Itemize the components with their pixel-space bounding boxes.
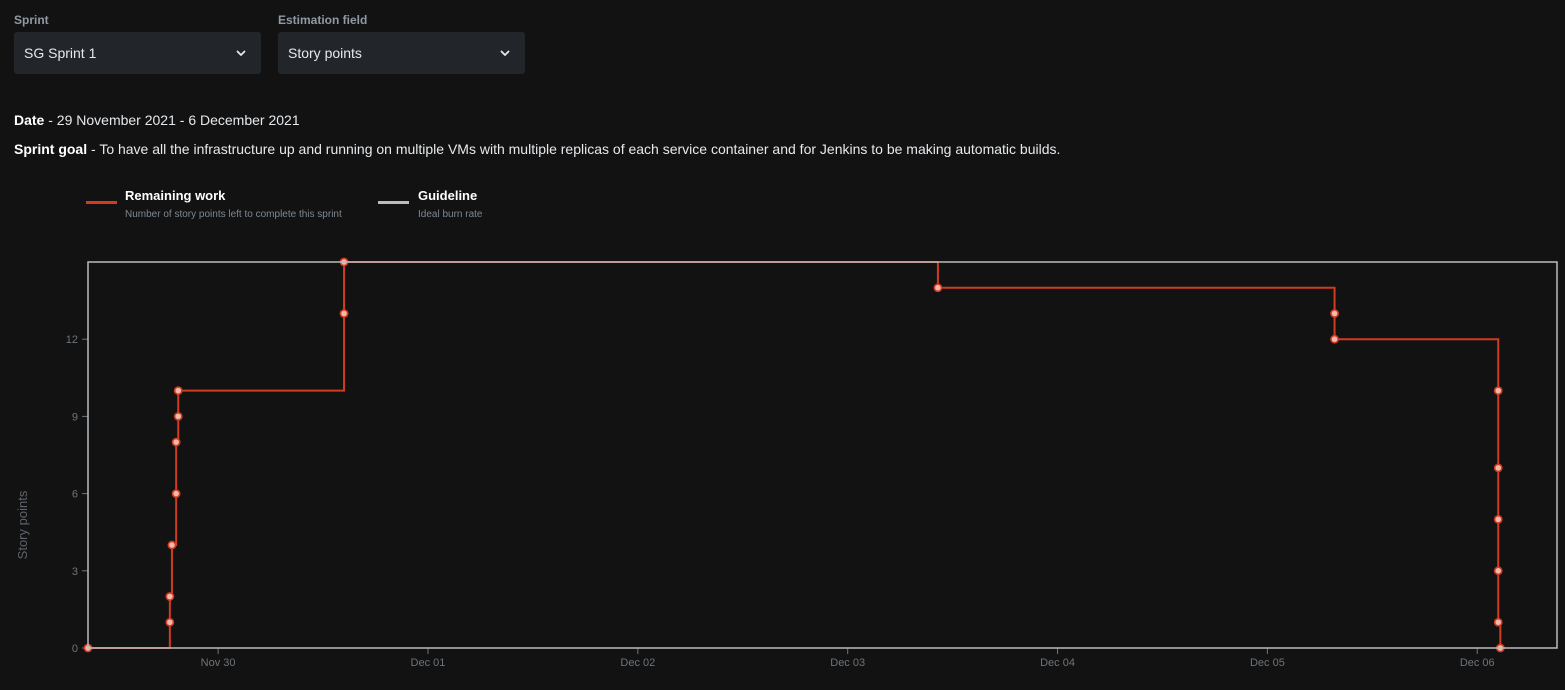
data-point[interactable] [1493,566,1503,576]
data-point[interactable] [1330,334,1339,344]
burndown-report: Sprint SG Sprint 1 Estimation field Stor… [0,0,1565,690]
data-point[interactable] [171,489,181,498]
x-tick-label: Dec 04 [1040,657,1075,669]
y-axis-title: Story points [15,490,30,559]
data-point[interactable] [1493,386,1503,396]
burndown-chart: 0 3 6 9 12 Nov 30 Dec 01 Dec 02 Dec 03 Dec 04 Dec… [15,257,1558,669]
data-point[interactable] [167,540,177,550]
remaining-work-line [88,261,1502,649]
y-tick-label: 12 [66,334,78,346]
plot-frame [87,261,1558,649]
data-point[interactable] [1493,463,1503,473]
data-point[interactable] [165,617,175,627]
data-point[interactable] [339,309,349,318]
data-point[interactable] [1330,309,1339,318]
data-point[interactable] [173,386,183,396]
x-tick-label: Dec 06 [1460,657,1495,669]
data-point[interactable] [171,437,181,447]
data-point[interactable] [933,283,943,293]
x-tick-label: Dec 01 [411,657,446,669]
y-tick-label: 3 [72,566,78,578]
x-tick-label: Dec 03 [830,657,865,669]
x-tick-label: Dec 05 [1250,657,1285,669]
y-tick-label: 6 [72,489,78,501]
y-tick-label: 0 [72,643,78,655]
data-point[interactable] [173,411,183,421]
x-tick-label: Dec 02 [620,657,655,669]
x-tick-label: Nov 30 [201,657,236,669]
data-point[interactable] [165,592,175,601]
data-point[interactable] [1493,617,1503,627]
data-point[interactable] [1493,514,1503,524]
y-tick-label: 9 [72,411,78,423]
